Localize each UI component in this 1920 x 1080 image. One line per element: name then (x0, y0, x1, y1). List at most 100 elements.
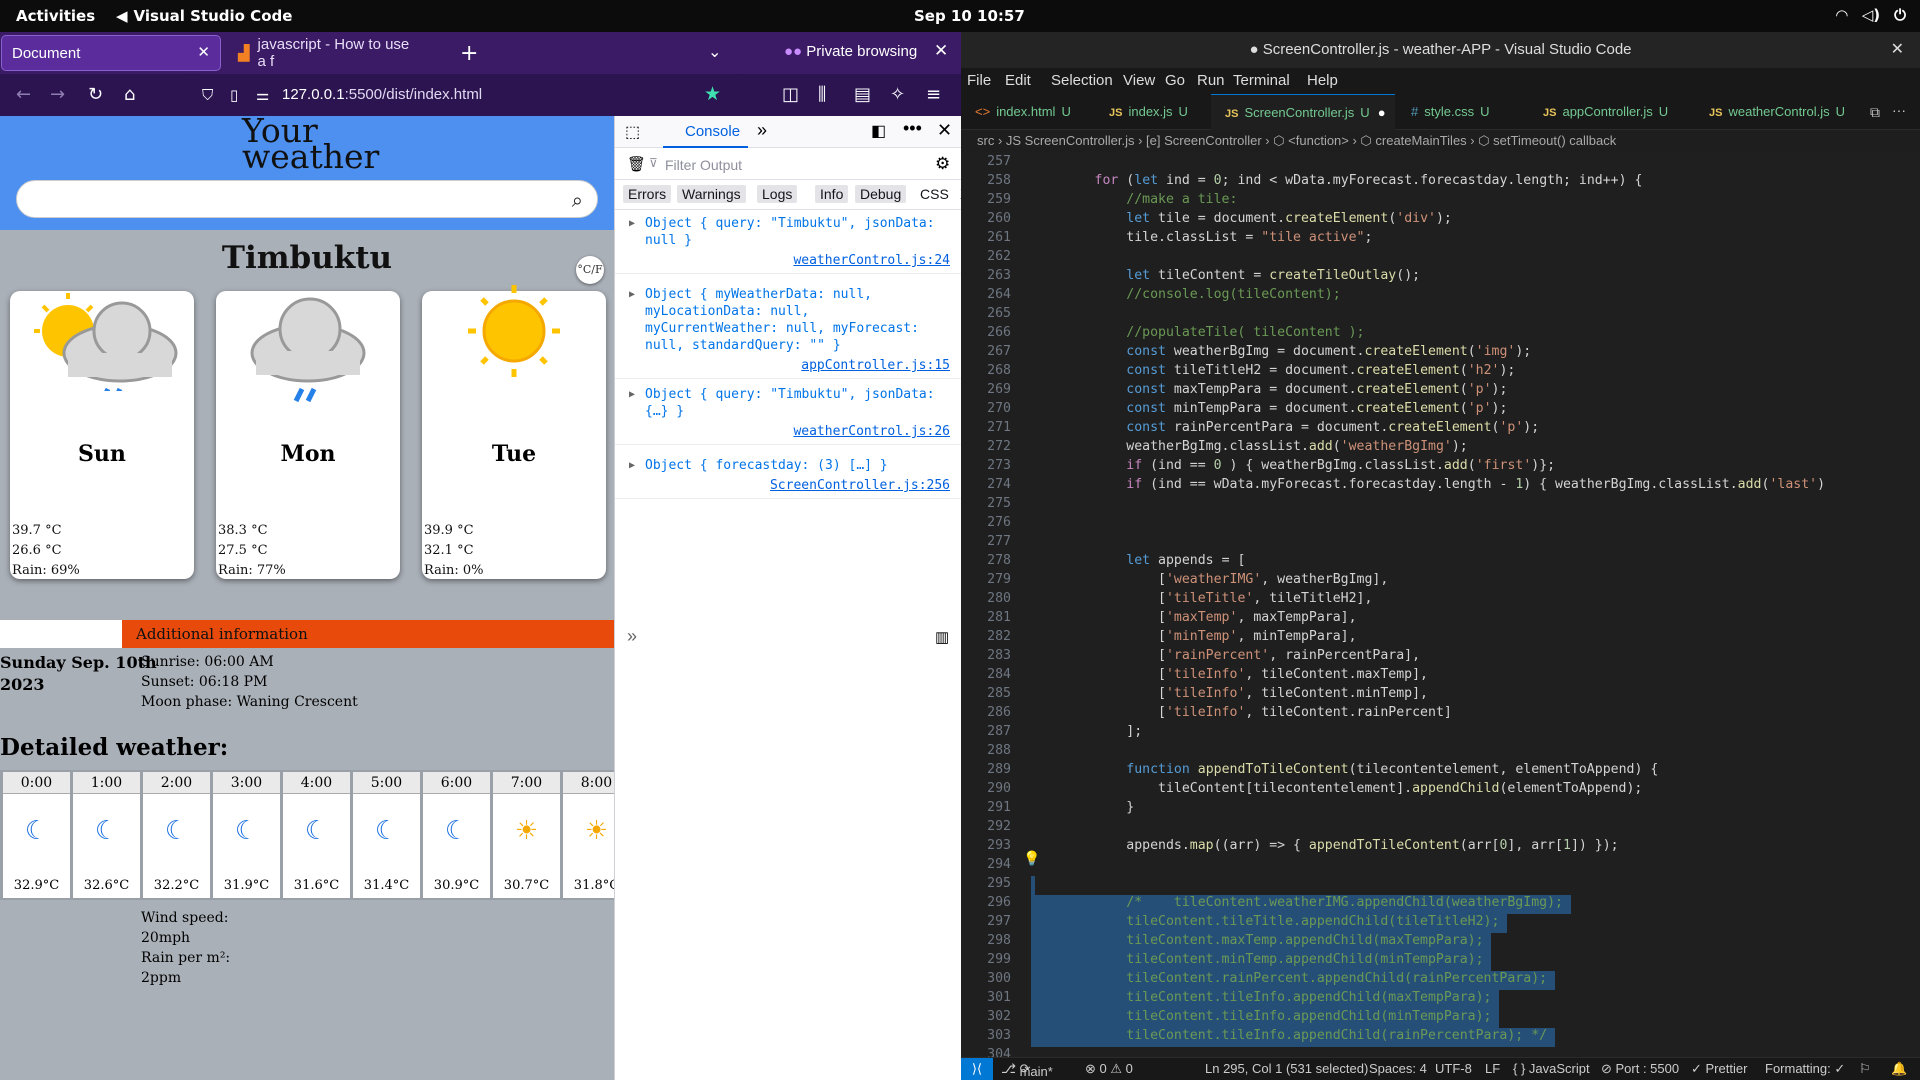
pocket-icon[interactable]: ◫ (782, 84, 799, 105)
level-filter-warnings[interactable]: Warnings (677, 185, 746, 203)
hourly-forecast-strip[interactable]: 0:00 ☾ 32.9°C 1:00 ☾ 32.6°C 2:00 ☾ 32.2°C 3:00 ☾ 31… (0, 770, 614, 900)
line-ending[interactable]: LF (1485, 1061, 1500, 1076)
close-tab-icon[interactable]: ✕ (197, 43, 210, 61)
code-line[interactable]: tileContent[tilecontentelement].appendCh… (1031, 781, 1642, 796)
bookmark-star-icon[interactable]: ★ (704, 83, 721, 105)
search-input[interactable]: ⌕ (16, 180, 598, 218)
code-line[interactable]: for (let ind = 0; ind < wData.myForecast… (1031, 173, 1643, 188)
settings-gear-icon[interactable]: ⚙ (935, 154, 950, 174)
code-line[interactable]: tileContent.tileInfo.appendChild(maxTemp… (1031, 990, 1491, 1005)
level-filter-debug[interactable]: Debug (855, 185, 907, 203)
code-line[interactable]: let tile = document.createElement('div')… (1031, 211, 1452, 226)
encoding[interactable]: UTF-8 (1435, 1061, 1472, 1076)
code-line[interactable]: ['tileInfo', tileContent.minTemp], (1031, 686, 1428, 701)
account-icon[interactable]: ⚐ (1859, 1061, 1871, 1077)
source-link[interactable]: weatherControl.js:24 (645, 249, 950, 269)
cursor-position[interactable]: Ln 295, Col 1 (531 selected) (1205, 1061, 1368, 1076)
code-line[interactable]: weatherBgImg.classList.add('weatherBgImg… (1031, 439, 1467, 454)
console-message[interactable]: ▶ Object { forecastday: (3) […] } ScreenCo… (615, 452, 962, 499)
git-branch[interactable]: ⎇ main* ⟳ (1001, 1061, 1053, 1079)
clock[interactable]: Sep 10 10:57 (914, 7, 1025, 25)
more-actions-icon[interactable]: ··· (1892, 102, 1906, 118)
close-window-icon[interactable]: ✕ (1891, 32, 1904, 68)
code-line[interactable]: ['minTemp', minTempPara], (1031, 629, 1357, 644)
language-mode[interactable]: { } JavaScript (1513, 1061, 1590, 1076)
permissions-icon[interactable]: ⚌ (256, 86, 269, 104)
console-message[interactable]: ▶ Object { query: "Timbuktu", jsonData: n… (615, 210, 962, 274)
split-editor-icon[interactable]: ⧉ (1870, 104, 1880, 121)
close-window-icon[interactable]: ✕ (934, 41, 948, 61)
code-line[interactable]: //console.log(tileContent); (1031, 287, 1340, 302)
code-line[interactable]: ['tileInfo', tileContent.rainPercent] (1031, 705, 1452, 720)
code-line[interactable]: if (ind == 0 ) { weatherBgImg.classList.… (1031, 458, 1555, 473)
code-line[interactable]: const maxTempPara = document.createEleme… (1031, 382, 1507, 397)
menu-view[interactable]: View (1123, 72, 1155, 89)
hamburger-menu-icon[interactable]: ≡ (926, 84, 941, 105)
tab-document[interactable]: Document ✕ (2, 36, 220, 70)
code-line[interactable]: tileContent.minTemp.appendChild(minTempP… (1031, 952, 1483, 967)
reload-icon[interactable]: ↻ (88, 84, 103, 105)
back-arrow-icon[interactable]: ← (16, 84, 31, 105)
search-icon[interactable]: ⌕ (572, 188, 583, 212)
system-tray[interactable]: ◠ ◁) ⏻ (1836, 6, 1906, 24)
code-line[interactable]: ]; (1031, 724, 1142, 739)
menu-help[interactable]: Help (1307, 72, 1338, 89)
level-filter-errors[interactable]: Errors (623, 185, 672, 203)
expand-triangle-icon[interactable]: ▶ (629, 386, 635, 403)
more-tools-chevron-icon[interactable]: » (757, 120, 767, 141)
expand-triangle-icon[interactable]: ▶ (629, 215, 635, 232)
code-line[interactable]: } (1031, 800, 1134, 815)
trash-icon[interactable]: 🗑 (627, 155, 646, 173)
dock-icon[interactable]: ◧ (871, 121, 886, 141)
code-line[interactable]: tileContent.tileInfo.appendChild(rainPer… (1031, 1028, 1547, 1043)
code-line[interactable]: //make a tile: (1031, 192, 1237, 207)
editor-tab-appcontroller-js[interactable]: JS appController.js U (1529, 94, 1693, 130)
code-line[interactable]: let appends = [ (1031, 553, 1245, 568)
breadcrumb[interactable]: src › JS ScreenController.js › [e] Scree… (961, 130, 1920, 152)
live-server-port[interactable]: ⊘ Port : 5500 (1601, 1061, 1679, 1077)
editor-tab-index-html[interactable]: <> index.html U (961, 94, 1093, 130)
code-line[interactable]: tileContent.tileTitle.appendChild(tileTi… (1031, 914, 1499, 929)
tab-stackoverflow[interactable]: ▟ javascript - How to use a f (228, 36, 424, 70)
extensions-icon[interactable]: ✧ (890, 84, 905, 105)
shield-icon[interactable]: ⛉ (202, 86, 213, 104)
more-options-icon[interactable]: ••• (903, 118, 922, 139)
code-line[interactable]: ['weatherIMG', weatherBgImg], (1031, 572, 1388, 587)
code-line[interactable]: const tileTitleH2 = document.createEleme… (1031, 363, 1515, 378)
code-editor[interactable]: 257 258 for (let ind = 0; ind < wData.myF… (961, 152, 1920, 1057)
code-line[interactable]: tileContent.maxTemp.appendChild(maxTempP… (1031, 933, 1483, 948)
code-line[interactable]: let tileContent = createTileOutlay(); (1031, 268, 1420, 283)
formatting-status[interactable]: Formatting: ✓ (1765, 1061, 1845, 1077)
list-tabs-chevron-icon[interactable]: ⌄ (708, 42, 721, 61)
editor-tab-screencontroller-js[interactable]: JS ScreenController.js U ● (1211, 94, 1395, 130)
prettier-status[interactable]: ✓ Prettier (1691, 1061, 1747, 1077)
editor-mode-icon[interactable]: ▥ (935, 628, 949, 646)
code-line[interactable]: const weatherBgImg = document.createElem… (1031, 344, 1531, 359)
forward-arrow-icon[interactable]: → (50, 84, 65, 105)
editor-tab-index-js[interactable]: JS index.js U (1095, 94, 1209, 130)
app-menu[interactable]: ◀ Visual Studio Code (116, 7, 292, 25)
expand-triangle-icon[interactable]: ▶ (629, 286, 635, 303)
code-line[interactable]: //populateTile( tileContent ); (1031, 325, 1364, 340)
code-line[interactable]: /* tileContent.weatherIMG.appendChild(we… (1031, 895, 1563, 910)
menu-file[interactable]: File (967, 72, 991, 89)
home-icon[interactable]: ⌂ (124, 84, 135, 105)
sidebar-icon[interactable]: ▤ (854, 84, 871, 105)
tab-console[interactable]: Console (663, 116, 749, 148)
code-line[interactable]: const minTempPara = document.createEleme… (1031, 401, 1507, 416)
indentation[interactable]: Spaces: 4 (1369, 1061, 1427, 1076)
close-devtools-icon[interactable]: ✕ (937, 120, 952, 141)
code-line[interactable]: tileContent.rainPercent.appendChild(rain… (1031, 971, 1547, 986)
menu-run[interactable]: Run (1197, 72, 1225, 89)
source-link[interactable]: appController.js:15 (645, 354, 950, 374)
new-tab-button[interactable]: + (460, 41, 478, 66)
code-line[interactable]: ['rainPercent', rainPercentPara], (1031, 648, 1420, 663)
element-picker-icon[interactable]: ⬚ (625, 122, 640, 142)
editor-tab-style-css[interactable]: # style.css U (1397, 94, 1527, 130)
menu-terminal[interactable]: Terminal (1233, 72, 1290, 89)
console-prompt-icon[interactable]: » (627, 626, 637, 647)
activities-button[interactable]: Activities (16, 7, 95, 25)
notifications-bell-icon[interactable]: 🔔 (1891, 1061, 1907, 1077)
problems-indicator[interactable]: ⊗ 0 ⚠ 0 (1085, 1061, 1133, 1077)
code-line[interactable]: ['tileInfo', tileContent.maxTemp], (1031, 667, 1428, 682)
